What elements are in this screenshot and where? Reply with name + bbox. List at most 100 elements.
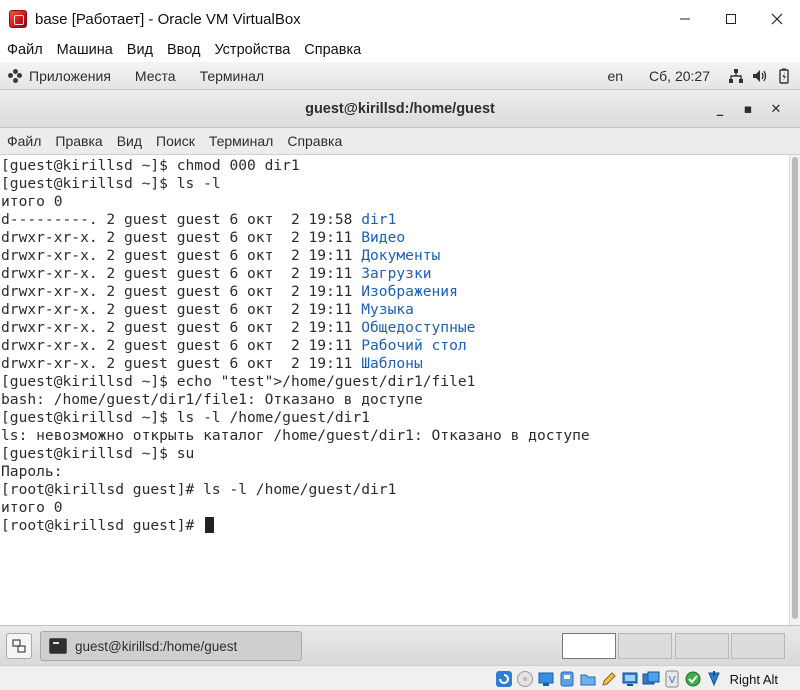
terminal-line: [guest@kirillsd ~]$ chmod 000 dir1 [0,157,789,175]
virtualbox-menu-bar: Файл Машина Вид Ввод Устройства Справка [0,38,800,62]
terminal-menu-help[interactable]: Справка [287,133,342,149]
close-button[interactable] [754,0,800,38]
svg-text:V: V [668,675,675,686]
terminal-line: drwxr-xr-x. 2 guest guest 6 окт 2 19:11 … [0,301,789,319]
terminal-menu-bar: Файл Правка Вид Поиск Терминал Справка [0,128,800,155]
terminal-line-text: drwxr-xr-x. 2 guest guest 6 окт 2 19:11 [1,229,362,246]
terminal-line-text: [guest@kirillsd ~]$ chmod 000 dir1 [1,157,300,174]
terminal-line-text: drwxr-xr-x. 2 guest guest 6 окт 2 19:11 [1,283,362,300]
terminal-menu-terminal[interactable]: Терминал [209,133,273,149]
terminal-menu-view[interactable]: Вид [117,133,142,149]
virtualization-icon[interactable]: V [662,669,682,689]
workspace-1[interactable] [562,633,616,659]
terminal-line: drwxr-xr-x. 2 guest guest 6 окт 2 19:11 … [0,337,789,355]
directory-name: Загрузки [361,265,432,282]
terminal-menu-edit[interactable]: Правка [55,133,102,149]
terminal-app-menu[interactable]: Терминал [200,68,264,84]
directory-name: Общедоступные [361,319,476,336]
menu-input[interactable]: Ввод [167,42,200,58]
terminal-line: [root@kirillsd guest]# ls -l /home/guest… [0,481,789,499]
terminal-line: drwxr-xr-x. 2 guest guest 6 окт 2 19:11 … [0,355,789,373]
workspace-3[interactable] [675,633,729,659]
workspace-4[interactable] [731,633,785,659]
directory-name: Изображения [361,283,458,300]
menu-file[interactable]: Файл [7,42,43,58]
terminal-line: drwxr-xr-x. 2 guest guest 6 окт 2 19:11 … [0,283,789,301]
terminal-line: drwxr-xr-x. 2 guest guest 6 окт 2 19:11 … [0,319,789,337]
show-desktop-icon [12,639,26,653]
terminal-line: [guest@kirillsd ~]$ su [0,445,789,463]
terminal-output[interactable]: [guest@kirillsd ~]$ chmod 000 dir1 [guest… [0,155,789,625]
shared-folders-icon[interactable] [578,669,598,689]
audio-icon[interactable] [515,669,535,689]
network-adapter-icon[interactable] [536,669,556,689]
clock[interactable]: Сб, 20:27 [649,68,710,84]
maximize-icon: ▪ [743,101,753,117]
terminal-line-text: [root@kirillsd guest]# [1,517,204,534]
panel-status-area: en Сб, 20:27 [607,62,800,90]
terminal-close-button[interactable]: ✕ [762,98,790,120]
places-menu[interactable]: Места [135,68,176,84]
terminal-scrollbar[interactable] [789,155,800,625]
minimize-icon [680,18,690,20]
pencil-icon[interactable] [599,669,619,689]
display-icon[interactable] [620,669,640,689]
terminal-line: итого 0 [0,499,789,517]
volume-icon[interactable] [752,68,768,84]
terminal-menu-file[interactable]: Файл [7,133,41,149]
keyboard-layout-indicator[interactable]: en [607,68,623,84]
recording-icon[interactable] [641,669,661,689]
network-icon[interactable] [728,68,744,84]
terminal-line-text: итого 0 [1,499,63,516]
cpu-icon[interactable] [683,669,703,689]
terminal-line-text: bash: /home/guest/dir1/file1: Отказано в… [1,391,423,408]
terminal-line-text: ls: невозможно открыть каталог /home/gue… [1,427,590,444]
minimize-button[interactable] [662,0,708,38]
terminal-line-text: d---------. 2 guest guest 6 окт 2 19:58 [1,211,362,228]
mouse-integration-icon[interactable] [704,669,724,689]
scrollbar-thumb[interactable] [792,157,798,619]
directory-name: Видео [361,229,406,246]
terminal-line: drwxr-xr-x. 2 guest guest 6 окт 2 19:11 … [0,247,789,265]
minimize-icon: _ [716,101,724,117]
show-desktop-button[interactable] [6,633,32,659]
battery-icon[interactable] [776,68,792,84]
maximize-button[interactable] [708,0,754,38]
taskbar-window-label: guest@kirillsd:/home/guest [75,638,238,654]
terminal-line-text: drwxr-xr-x. 2 guest guest 6 окт 2 19:11 [1,337,362,354]
host-title-bar[interactable]: base [Работает] - Oracle VM VirtualBox [0,0,800,38]
terminal-line-text: итого 0 [1,193,63,210]
terminal-minimize-button[interactable]: _ [706,98,734,120]
virtualbox-logo-icon [9,10,27,28]
directory-name: Шаблоны [361,355,423,372]
terminal-cursor [205,517,215,533]
host-key-label: Right Alt [729,671,778,687]
terminal-title-bar[interactable]: guest@kirillsd:/home/guest _ ▪ ✕ [0,90,800,128]
terminal-line: [guest@kirillsd ~]$ echo "test">/home/gu… [0,373,789,391]
applications-icon[interactable] [8,68,22,83]
terminal-line: ls: невозможно открыть каталог /home/gue… [0,427,789,445]
menu-machine[interactable]: Машина [57,42,113,58]
directory-name: dir1 [361,211,397,228]
terminal-line-text: [guest@kirillsd ~]$ echo "test">/home/gu… [1,373,476,390]
applications-menu[interactable]: Приложения [29,68,111,84]
terminal-line: [root@kirillsd guest]# [0,517,789,535]
terminal-maximize-button[interactable]: ▪ [734,98,762,120]
terminal-line: drwxr-xr-x. 2 guest guest 6 окт 2 19:11 … [0,229,789,247]
menu-devices[interactable]: Устройства [214,42,290,58]
menu-view[interactable]: Вид [127,42,153,58]
taskbar-window-button[interactable]: guest@kirillsd:/home/guest [40,631,302,661]
usb-icon[interactable] [557,669,577,689]
terminal-line-text: [root@kirillsd guest]# ls -l /home/guest… [1,481,397,498]
workspace-2[interactable] [618,633,672,659]
terminal-line: d---------. 2 guest guest 6 окт 2 19:58 … [0,211,789,229]
terminal-line: [guest@kirillsd ~]$ ls -l [0,175,789,193]
terminal-line-text: drwxr-xr-x. 2 guest guest 6 окт 2 19:11 [1,355,362,372]
gnome-taskbar: guest@kirillsd:/home/guest [0,625,800,665]
terminal-menu-search[interactable]: Поиск [156,133,195,149]
status-icons: V Right Alt [494,668,778,690]
terminal-line-text: [guest@kirillsd ~]$ ls -l /home/guest/di… [1,409,371,426]
terminal-line-text: [guest@kirillsd ~]$ ls -l [1,175,221,192]
optical-drive-icon[interactable] [494,669,514,689]
menu-help[interactable]: Справка [304,42,361,58]
